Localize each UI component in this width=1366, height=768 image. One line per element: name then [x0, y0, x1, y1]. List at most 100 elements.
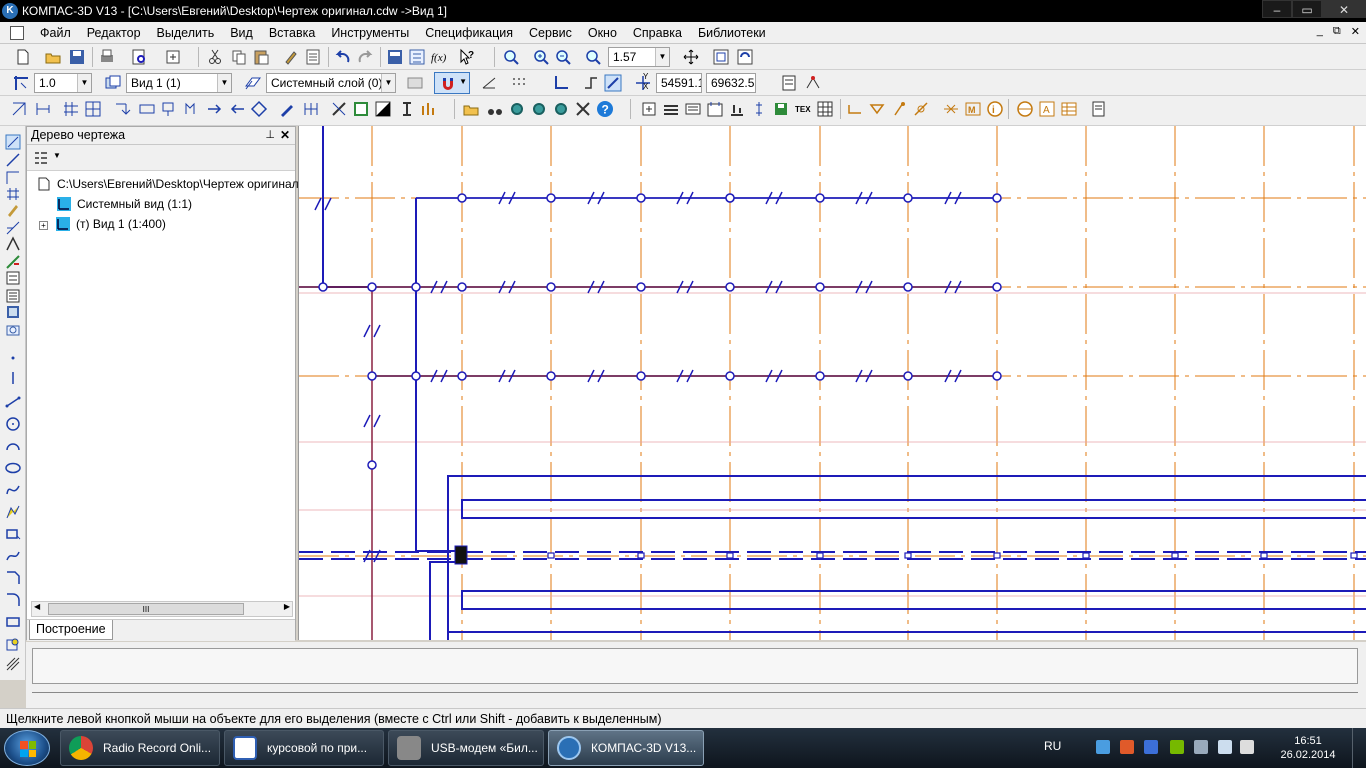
mdi-close-button[interactable]: ✕ — [1351, 25, 1360, 38]
color-icon[interactable] — [406, 74, 424, 92]
volume-icon[interactable] — [1240, 740, 1254, 754]
bezier-tool-icon[interactable] — [5, 548, 21, 564]
usb-icon[interactable] — [1194, 740, 1208, 754]
tree-view-mode-icon[interactable] — [33, 150, 49, 166]
help-icon[interactable]: ? — [596, 100, 614, 118]
leader-icon[interactable] — [114, 100, 132, 118]
library-folder-icon[interactable] — [462, 100, 480, 118]
menu-service[interactable]: Сервис — [521, 26, 580, 40]
nvidia-icon[interactable] — [1170, 740, 1184, 754]
function-icon[interactable]: f(x) — [430, 48, 448, 66]
current-layer-field[interactable]: Системный слой (0) ▼ — [266, 73, 396, 93]
dimensions-tool-icon[interactable] — [5, 152, 21, 168]
info-icon[interactable]: i — [986, 100, 1004, 118]
tab-construction[interactable]: Построение — [29, 620, 113, 640]
help-pointer-icon[interactable]: ? — [458, 48, 476, 66]
frame-text-icon[interactable]: A — [1038, 100, 1056, 118]
chevron-down-icon[interactable]: ▼ — [655, 48, 669, 66]
measure-icon[interactable] — [398, 100, 416, 118]
binoculars-icon[interactable] — [486, 100, 504, 118]
report-tool-icon[interactable] — [5, 288, 21, 304]
vpn-icon[interactable] — [1144, 740, 1158, 754]
chevron-down-icon[interactable]: ▼ — [77, 74, 91, 92]
show-all-icon[interactable] — [712, 48, 730, 66]
diamond-icon[interactable] — [250, 100, 268, 118]
clock[interactable]: 16:51 26.02.2014 — [1276, 734, 1340, 762]
insert-tool-icon[interactable] — [5, 304, 21, 320]
arc-tool-icon[interactable] — [5, 438, 21, 454]
ortho-icon[interactable] — [480, 74, 498, 92]
menu-editor[interactable]: Редактор — [79, 26, 149, 40]
step-field[interactable]: 1.0 ▼ — [34, 73, 92, 93]
text-icon[interactable]: TEX — [794, 100, 812, 118]
geometry-tool-icon[interactable] — [5, 134, 21, 150]
menu-file[interactable]: Файл — [32, 26, 79, 40]
zoom-scale-field[interactable]: 1.57 ▼ — [608, 47, 670, 67]
signal-icon[interactable] — [1218, 740, 1232, 754]
scroll-thumb[interactable]: III — [48, 603, 244, 615]
menu-help[interactable]: Справка — [625, 26, 690, 40]
cursor-line-icon[interactable] — [750, 100, 768, 118]
parametrize-tool-icon[interactable] — [5, 254, 21, 270]
language-indicator[interactable]: RU — [1044, 739, 1061, 753]
format-icon[interactable] — [684, 100, 702, 118]
menu-specification[interactable]: Спецификация — [417, 26, 521, 40]
geometry-panel-icon[interactable] — [10, 100, 28, 118]
chevron-down-icon[interactable]: ▼ — [381, 74, 395, 92]
cog-library-3-icon[interactable] — [552, 100, 570, 118]
properties-icon[interactable] — [304, 48, 322, 66]
copy-icon[interactable] — [230, 48, 248, 66]
expand-icon[interactable]: + — [39, 221, 48, 230]
aux-line-tool-icon[interactable] — [5, 370, 21, 386]
symbols-tool-icon[interactable] — [5, 170, 21, 186]
maximize-button[interactable]: ▭ — [1292, 0, 1322, 18]
cog-library-icon[interactable] — [508, 100, 526, 118]
grid-panel-icon[interactable] — [84, 100, 102, 118]
snap-toggle[interactable]: ▼ — [434, 72, 470, 94]
measure-1-icon[interactable] — [846, 100, 864, 118]
zoom-in-icon[interactable] — [532, 48, 550, 66]
view-manager-icon[interactable] — [706, 100, 724, 118]
arrow-view-icon[interactable] — [206, 100, 224, 118]
round-off-icon[interactable] — [604, 74, 622, 92]
antivirus-icon[interactable] — [1120, 740, 1134, 754]
variables-icon[interactable] — [408, 48, 426, 66]
sphere-icon[interactable] — [1016, 100, 1034, 118]
brush-tool-icon[interactable] — [5, 202, 21, 218]
rect-tool-icon[interactable] — [5, 526, 21, 542]
taskbar-item-kompas[interactable]: КОМПАС-3D V13... — [548, 730, 704, 766]
table-panel-icon[interactable] — [302, 100, 320, 118]
layers-icon[interactable] — [662, 100, 680, 118]
tree-item-document[interactable]: C:\Users\Евгений\Desktop\Чертеж оригинал… — [37, 175, 323, 193]
ortho-mode-icon[interactable] — [582, 74, 600, 92]
pan-icon[interactable] — [682, 48, 700, 66]
menu-view[interactable]: Вид — [222, 26, 261, 40]
menu-tools[interactable]: Инструменты — [323, 26, 417, 40]
cut-line-icon[interactable] — [182, 100, 200, 118]
current-view-field[interactable]: Вид 1 (1) ▼ — [126, 73, 232, 93]
menu-window[interactable]: Окно — [580, 26, 625, 40]
pin-icon[interactable]: ⊥ — [265, 127, 275, 144]
panel-close-icon[interactable]: ✕ — [280, 127, 290, 144]
refresh-icon[interactable] — [736, 48, 754, 66]
show-desktop-button[interactable] — [1352, 728, 1366, 768]
hatch-icon[interactable] — [62, 100, 80, 118]
tools-icon[interactable] — [574, 100, 592, 118]
ellipse-tool-icon[interactable] — [5, 460, 21, 476]
fillet-tool-icon[interactable] — [5, 592, 21, 608]
network-icon[interactable] — [1096, 740, 1110, 754]
taskbar-item-word[interactable]: курсовой по при... — [224, 730, 384, 766]
zoom-scale-icon[interactable] — [584, 48, 602, 66]
spec-tool-icon[interactable] — [5, 270, 21, 286]
start-button[interactable] — [4, 730, 50, 766]
chart-icon[interactable] — [420, 100, 438, 118]
mdi-minimize-button[interactable]: _ — [1317, 25, 1323, 38]
spline-tool-icon[interactable] — [5, 482, 21, 498]
undo-icon[interactable] — [334, 48, 352, 66]
print-icon[interactable] — [98, 48, 116, 66]
redo-icon[interactable] — [356, 48, 374, 66]
grid-tool-icon[interactable] — [5, 186, 21, 202]
minimize-button[interactable]: – — [1262, 0, 1292, 18]
zoom-window-icon[interactable] — [502, 48, 520, 66]
parametric-mode-icon[interactable] — [804, 74, 822, 92]
